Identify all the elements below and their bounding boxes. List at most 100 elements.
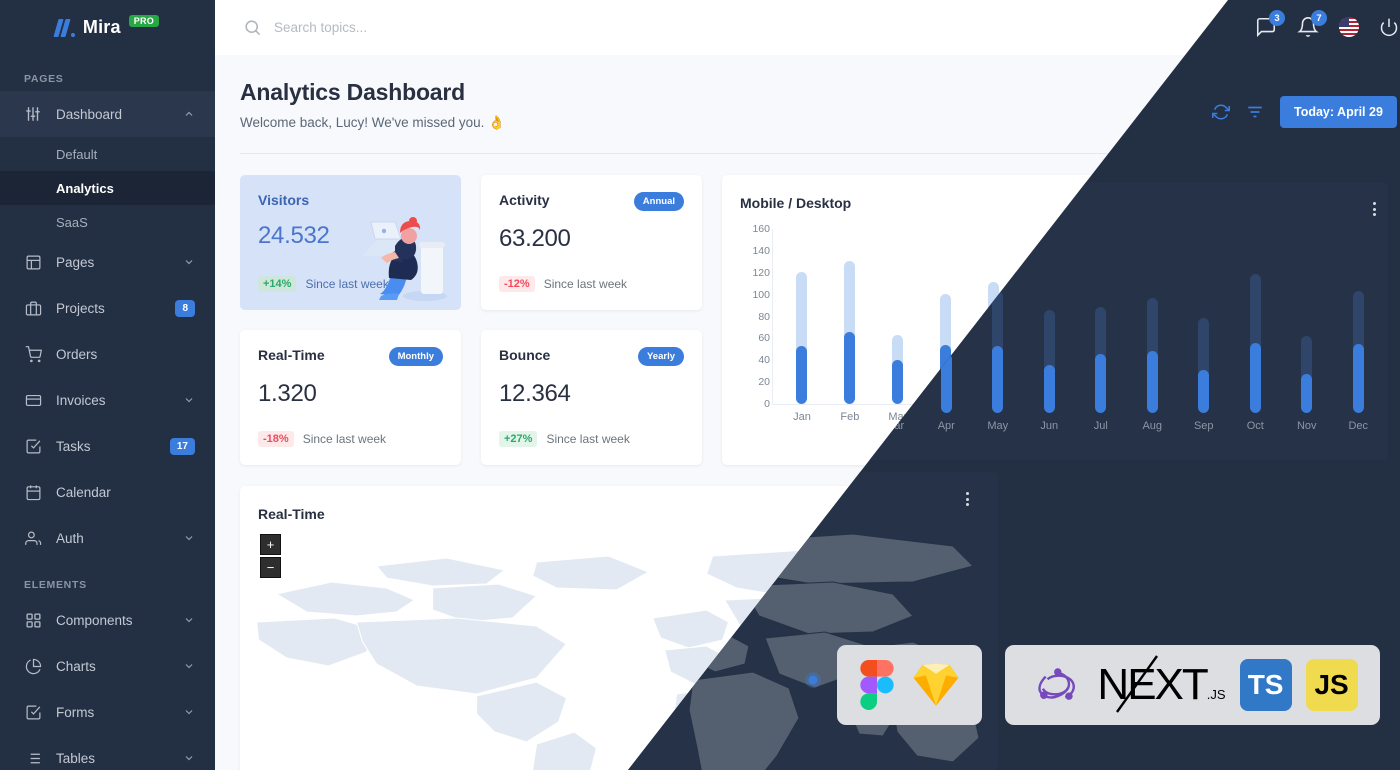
bar-column[interactable] — [1161, 229, 1209, 404]
more-vertical-icon[interactable] — [1356, 506, 1359, 520]
bar — [1036, 301, 1048, 404]
sidebar-subitem-default[interactable]: Default — [0, 137, 215, 171]
sidebar-item-charts[interactable]: Charts — [0, 643, 215, 689]
source-medium-card: Source / Medium +23% new visitors Social… — [998, 486, 1375, 770]
page-actions: Today: April 29 — [1190, 79, 1375, 117]
redux-logo — [1038, 668, 1076, 700]
sidebar-subitem-saas[interactable]: SaaS — [0, 205, 215, 239]
sidebar-item-pages[interactable]: Pages — [0, 239, 215, 285]
power-button[interactable] — [1356, 18, 1376, 38]
bar-column[interactable] — [1018, 229, 1066, 404]
realtime-map-card: Real-Time + − — [240, 486, 979, 770]
nav-section-pages: PAGES Dashboard Default Analytics SaaS P… — [0, 55, 215, 561]
search-input[interactable] — [274, 20, 574, 35]
subitem-label: Analytics — [56, 180, 114, 196]
sidebar-item-orders[interactable]: Orders — [0, 331, 215, 377]
sidebar-item-calendar[interactable]: Calendar — [0, 469, 215, 515]
sidebar-item-projects[interactable]: Projects 8 — [0, 285, 215, 331]
bar-segment-mobile — [1275, 364, 1287, 404]
chart-title: Mobile / Desktop — [740, 195, 852, 211]
bar-column[interactable] — [826, 229, 874, 404]
donut-center-sub: new visitors — [1159, 615, 1214, 628]
notifications-badge: 7 — [1288, 10, 1304, 27]
stat-delta-chip: -12% — [499, 276, 535, 292]
sidebar-subitem-analytics[interactable]: Analytics — [0, 171, 215, 205]
more-vertical-icon[interactable] — [1356, 195, 1359, 209]
stat-delta-chip: -18% — [258, 431, 294, 447]
chevron-down-icon — [185, 710, 193, 715]
stat-card-activity[interactable]: Activity Annual 63.200 -12% Since last w… — [481, 175, 702, 310]
sidebar-item-label: Calendar — [56, 484, 111, 500]
bar-columns — [778, 229, 1353, 404]
bar-column[interactable] — [1066, 229, 1114, 404]
page-title: Analytics Dashboard — [240, 79, 465, 105]
bar — [988, 281, 1000, 404]
stat-value: 63.200 — [499, 225, 571, 252]
check-square-icon — [24, 703, 42, 721]
more-vertical-icon[interactable] — [959, 506, 963, 520]
bar-column[interactable] — [1257, 229, 1305, 404]
sidebar-item-dashboard[interactable]: Dashboard — [0, 91, 215, 137]
figma-logo — [859, 660, 894, 710]
bar-column[interactable] — [1305, 229, 1353, 404]
notifications-button[interactable]: 7 — [1274, 10, 1304, 39]
bar-column[interactable] — [1113, 229, 1161, 404]
bar-segment-mobile — [1131, 341, 1143, 404]
shopping-cart-icon — [24, 345, 42, 363]
bar-column[interactable] — [970, 229, 1018, 404]
sidebar-item-label: Orders — [56, 346, 98, 362]
map-zoom-in-button[interactable]: + — [260, 534, 281, 555]
bar-column[interactable] — [778, 229, 826, 404]
sidebar-item-label: Dashboard — [56, 106, 123, 122]
bar-segment-mobile — [1036, 355, 1048, 404]
sidebar-item-tasks[interactable]: Tasks 17 — [0, 423, 215, 469]
y-axis-line — [772, 229, 773, 404]
sidebar-item-auth[interactable]: Auth — [0, 515, 215, 561]
chevron-up-icon — [185, 111, 193, 116]
messages-button[interactable]: 3 — [1232, 10, 1262, 39]
chevron-down-icon — [185, 664, 193, 669]
stat-pill: Yearly — [638, 347, 684, 366]
x-axis-label: Apr — [937, 411, 955, 423]
table-row[interactable]: Social 260 +35% — [1016, 726, 1357, 762]
date-range-button[interactable]: Today: April 29 — [1258, 85, 1375, 117]
filter-icon[interactable] — [1224, 92, 1242, 110]
bar-column[interactable] — [1209, 229, 1257, 404]
brand-pro-badge: PRO — [128, 14, 160, 27]
bar-column[interactable] — [922, 229, 970, 404]
bar-segment-mobile — [796, 346, 808, 404]
stat-footer: -12% Since last week — [499, 276, 627, 292]
bar — [940, 293, 952, 404]
stat-card-realtime[interactable]: Real-Time Monthly 1.320 -18% Since last … — [240, 330, 461, 465]
us-flag-icon[interactable] — [1316, 17, 1336, 38]
table-row[interactable]: Search Engines 125 -12% — [1016, 761, 1357, 770]
search-icon[interactable] — [243, 18, 262, 37]
brand-logo[interactable]: Mira PRO — [0, 0, 215, 55]
stat-card-visitors[interactable]: Visitors 24.532 +14% Since last week — [240, 175, 461, 310]
bar-segment-mobile — [1227, 334, 1239, 404]
map-zoom-out-button[interactable]: − — [260, 557, 281, 578]
stat-head: Bounce Yearly — [499, 347, 684, 366]
sidebar: Mira PRO PAGES Dashboard Default Analyti… — [0, 0, 215, 770]
page-header: Analytics Dashboard Welcome back, Lucy! … — [240, 79, 1375, 131]
bar-column[interactable] — [874, 229, 922, 404]
sidebar-item-invoices[interactable]: Invoices — [0, 377, 215, 423]
sidebar-item-tables[interactable]: Tables — [0, 735, 215, 770]
stat-value: 12.364 — [499, 380, 571, 407]
person-at-laptop-illustration — [362, 217, 447, 301]
stat-pill: Monthly — [388, 347, 443, 366]
bar — [1131, 289, 1143, 404]
sidebar-item-forms[interactable]: Forms — [0, 689, 215, 735]
stat-value: 1.320 — [258, 380, 317, 407]
dashboard-grid-row-1: Visitors 24.532 +14% Since last week Act… — [240, 175, 1375, 465]
cell-revenue: 125 — [1170, 761, 1301, 770]
app-root: Mira PRO PAGES Dashboard Default Analyti… — [0, 0, 1400, 770]
sidebar-item-components[interactable]: Components — [0, 597, 215, 643]
mira-logo-icon — [53, 18, 75, 37]
refresh-icon[interactable] — [1190, 92, 1209, 110]
x-axis-label: Jan — [793, 411, 811, 423]
bar-segment-mobile — [844, 331, 856, 404]
stat-card-bounce[interactable]: Bounce Yearly 12.364 +27% Since last wee… — [481, 330, 702, 465]
search-box[interactable] — [243, 18, 1232, 37]
layout-icon — [24, 253, 42, 271]
